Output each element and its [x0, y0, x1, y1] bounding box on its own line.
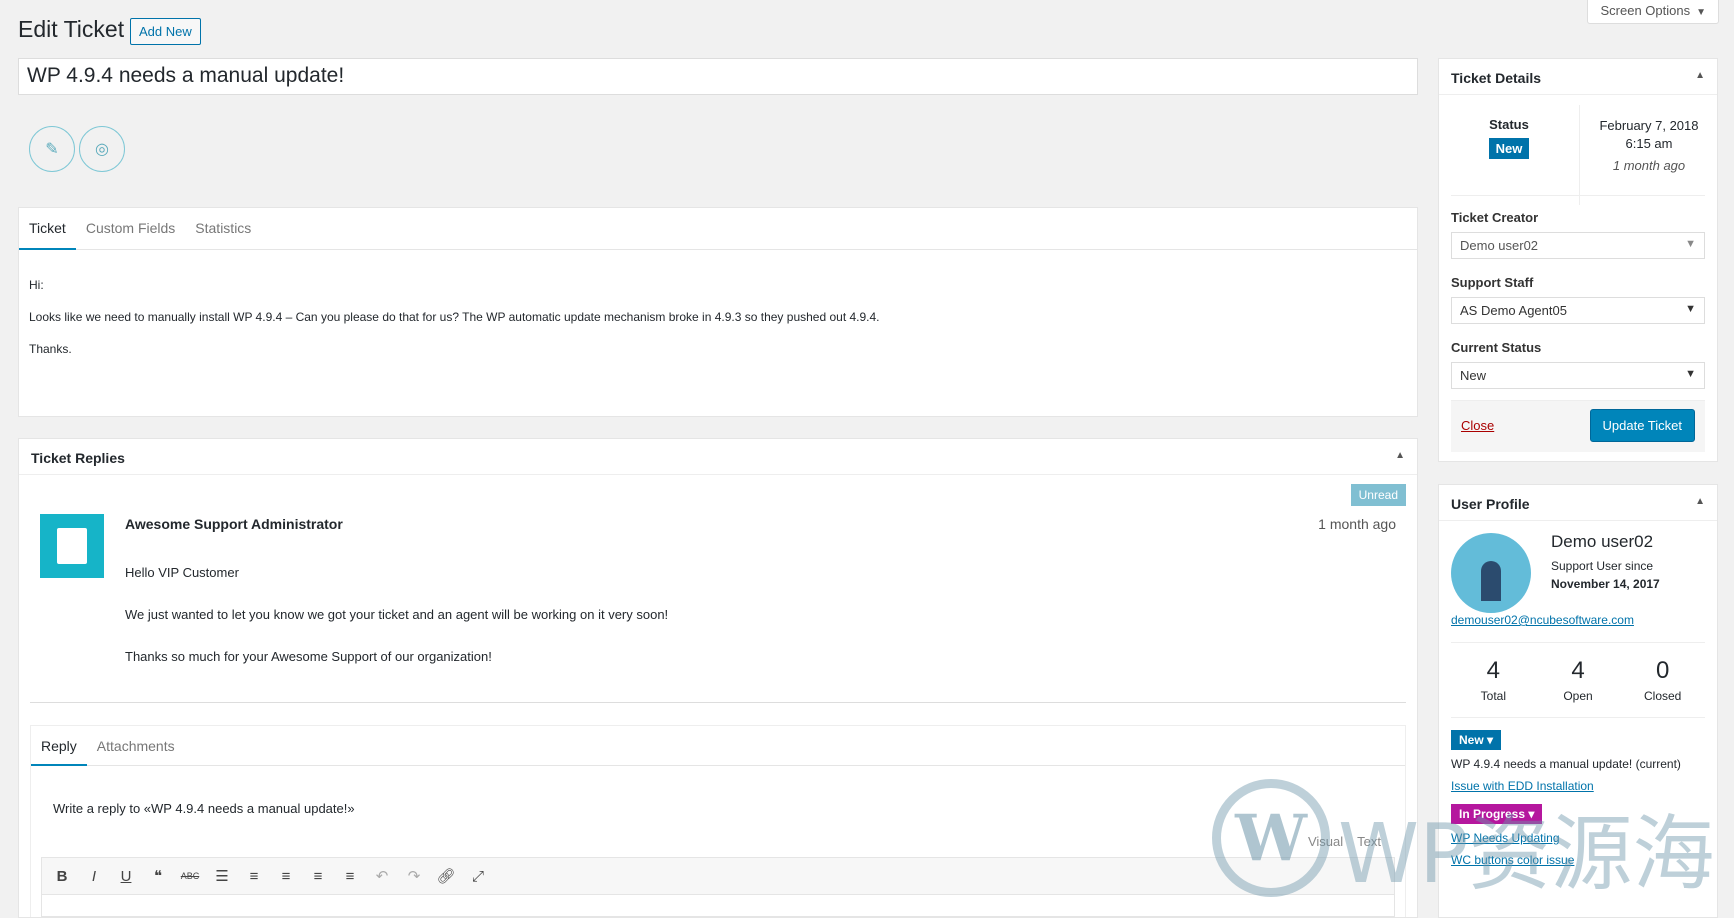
status-column: Status New: [1439, 117, 1579, 159]
add-new-button[interactable]: Add New: [130, 18, 201, 45]
support-staff-label: Support Staff: [1451, 275, 1534, 290]
collapse-arrow-icon[interactable]: ▲: [1395, 450, 1405, 461]
profile-name: Demo user02: [1551, 532, 1654, 551]
blockquote-icon[interactable]: ❝: [142, 867, 174, 885]
ticket-tabs: Ticket Custom Fields Statistics: [19, 208, 1417, 250]
unread-badge: Unread: [1350, 484, 1406, 506]
caret-down-icon: ▼: [1696, 7, 1706, 18]
ticket-replies-box: Ticket Replies ▲ Unread Awesome Support A…: [18, 438, 1418, 918]
avatar: [1451, 533, 1531, 613]
status-badge-in-progress[interactable]: In Progress ▾: [1451, 804, 1543, 824]
list-item: WP 4.9.4 needs a manual update! (current…: [1451, 757, 1681, 771]
reply-text: Hello VIP Customer We just wanted to let…: [125, 563, 668, 689]
redo-icon[interactable]: ↷: [398, 867, 430, 885]
reply-textarea[interactable]: [41, 895, 1395, 917]
tab-attachments[interactable]: Attachments: [87, 726, 185, 766]
reply-line: Hello VIP Customer: [125, 565, 239, 580]
tab-reply[interactable]: Reply: [31, 726, 87, 766]
align-right-icon[interactable]: ≡: [334, 868, 366, 885]
editor-toolbar: B I U ❝ ABC ☰ ≡ ≡ ≡ ≡ ↶ ↷ 🔗︎ ⤢: [41, 857, 1395, 895]
ticket-link[interactable]: WP Needs Updating: [1451, 831, 1560, 845]
caret-down-icon: ▼: [1685, 238, 1696, 250]
tab-custom-fields[interactable]: Custom Fields: [76, 208, 185, 250]
tab-visual[interactable]: Visual: [1308, 834, 1343, 849]
bullet-list-icon[interactable]: ☰: [206, 867, 238, 885]
caret-down-icon: ▼: [1685, 368, 1696, 380]
reply-avatar: [40, 514, 104, 578]
collapse-arrow-icon[interactable]: ▲: [1695, 70, 1705, 81]
undo-icon[interactable]: ↶: [366, 867, 398, 885]
divider: [30, 702, 1406, 703]
support-staff-select[interactable]: AS Demo Agent05 ▼: [1451, 297, 1705, 324]
ticket-stats: 4 Total 4 Open 0 Closed: [1451, 657, 1705, 703]
stat-closed: 0 Closed: [1644, 657, 1682, 703]
ticket-details-header[interactable]: Ticket Details ▲: [1439, 59, 1717, 95]
italic-icon[interactable]: I: [78, 868, 110, 885]
tab-statistics[interactable]: Statistics: [185, 208, 261, 250]
ticket-body-line: Hi:: [29, 278, 44, 292]
watch-icon[interactable]: ◎: [79, 126, 125, 172]
stat-open: 4 Open: [1563, 657, 1593, 703]
ticket-body-line: Thanks.: [29, 342, 72, 356]
ticket-details-box: Ticket Details ▲ Status New February 7, 2…: [1438, 58, 1718, 462]
ticket-title-input[interactable]: WP 4.9.4 needs a manual update!: [18, 58, 1418, 95]
page-title: Edit Ticket: [18, 16, 125, 42]
ticket-link[interactable]: WC buttons color issue: [1451, 853, 1574, 867]
update-ticket-button[interactable]: Update Ticket: [1589, 409, 1695, 442]
ticket-creator-label: Ticket Creator: [1451, 210, 1539, 225]
ticket-body-line: Looks like we need to manually install W…: [29, 310, 880, 324]
reply-time: 1 month ago: [1318, 516, 1396, 532]
collapse-arrow-icon[interactable]: ▲: [1695, 496, 1705, 507]
tag-icon[interactable]: ✎: [29, 126, 75, 172]
ticket-creator-select[interactable]: Demo user02 ▼: [1451, 232, 1705, 259]
write-prompt: Write a reply to «WP 4.9.4 needs a manua…: [53, 801, 355, 816]
link-icon[interactable]: 🔗︎: [430, 867, 462, 885]
caret-down-icon: ▼: [1685, 303, 1696, 315]
profile-email-link[interactable]: demouser02@ncubesoftware.com: [1451, 613, 1634, 627]
profile-since: Support User since November 14, 2017: [1551, 559, 1660, 591]
user-ticket-list: New ▾ WP 4.9.4 needs a manual update! (c…: [1451, 730, 1705, 868]
user-profile-box: User Profile ▲ Demo user02 Support User s…: [1438, 484, 1718, 918]
current-status-label: Current Status: [1451, 340, 1542, 355]
editor-mode-tabs: Visual Text: [1308, 834, 1381, 849]
ticket-date: February 7, 2018 6:15 am 1 month ago: [1599, 118, 1699, 173]
align-left-icon[interactable]: ≡: [270, 868, 302, 885]
reply-line: We just wanted to let you know we got yo…: [125, 607, 669, 622]
tab-ticket[interactable]: Ticket: [19, 208, 76, 250]
reply-editor: Reply Attachments Write a reply to «WP 4…: [30, 725, 1406, 917]
ticket-content-box: Ticket Custom Fields Statistics Hi: Look…: [18, 207, 1418, 417]
ticket-actions: Close Update Ticket: [1451, 400, 1705, 452]
stat-total: 4 Total: [1480, 657, 1507, 703]
numbered-list-icon[interactable]: ≡: [238, 868, 270, 885]
strikethrough-icon[interactable]: ABC: [174, 871, 206, 881]
bold-icon[interactable]: B: [46, 868, 78, 885]
reply-author: Awesome Support Administrator: [125, 516, 343, 532]
tab-text[interactable]: Text: [1357, 834, 1381, 849]
ticket-body: Hi: Looks like we need to manually insta…: [19, 250, 1417, 356]
ticket-link[interactable]: Issue with EDD Installation: [1451, 779, 1594, 793]
screen-options-button[interactable]: Screen Options ▼: [1587, 0, 1719, 24]
underline-icon[interactable]: U: [110, 868, 142, 885]
status-badge: New: [1488, 138, 1530, 159]
status-label: Status: [1489, 117, 1529, 132]
replies-header[interactable]: Ticket Replies ▲: [19, 439, 1417, 475]
status-badge-new[interactable]: New ▾: [1451, 730, 1502, 750]
align-center-icon[interactable]: ≡: [302, 868, 334, 885]
user-profile-header[interactable]: User Profile ▲: [1439, 485, 1717, 521]
fullscreen-icon[interactable]: ⤢: [462, 868, 494, 885]
reply-line: Thanks so much for your Awesome Support …: [125, 649, 492, 664]
reply-tabs: Reply Attachments: [31, 726, 1405, 766]
close-ticket-link[interactable]: Close: [1461, 418, 1494, 433]
current-status-select[interactable]: New ▼: [1451, 362, 1705, 389]
